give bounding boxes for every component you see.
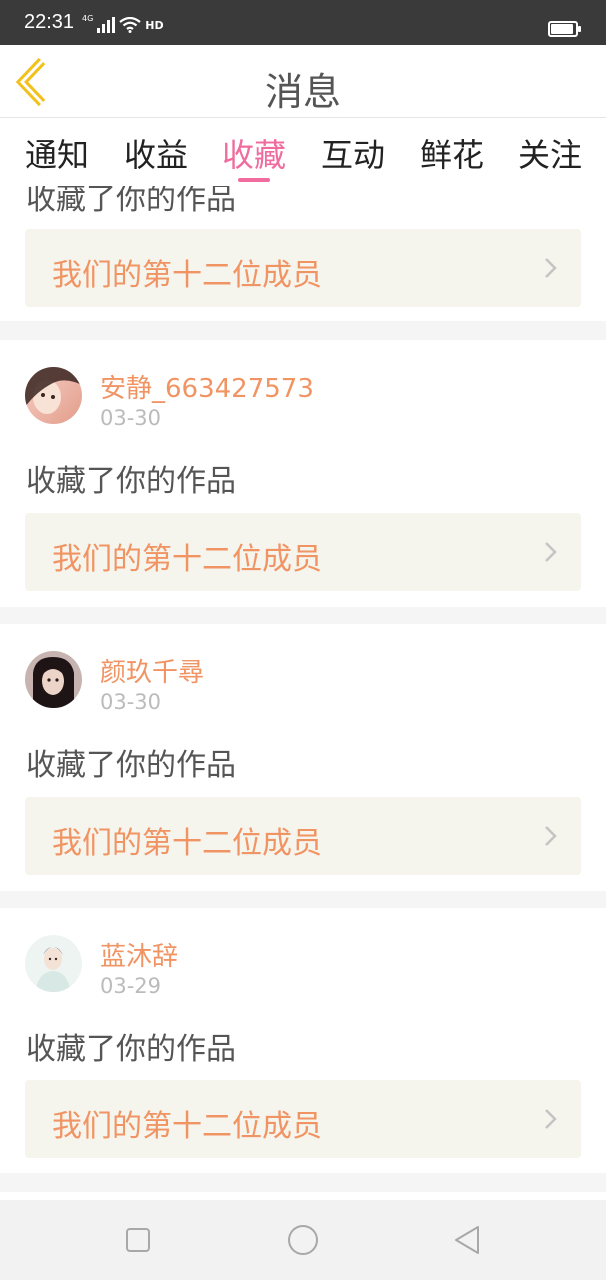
username[interactable]: 颜玖千尋 bbox=[100, 652, 204, 689]
triangle-back-nav-icon[interactable] bbox=[450, 1222, 486, 1258]
message-date: 03-30 bbox=[100, 406, 162, 430]
status-icons: 4G HD bbox=[82, 14, 164, 36]
chevron-right-icon bbox=[545, 1109, 557, 1129]
status-time: 22:31 bbox=[24, 11, 75, 33]
battery-icon bbox=[548, 21, 581, 37]
signal-icon bbox=[97, 17, 116, 33]
action-text: 收藏了你的作品 bbox=[26, 1032, 236, 1067]
username[interactable]: 蓝沐辞 bbox=[100, 936, 178, 973]
chevron-right-icon bbox=[545, 258, 557, 278]
work-link[interactable]: 我们的第十二位成员 bbox=[25, 1080, 581, 1158]
work-link[interactable]: 我们的第十二位成员 bbox=[25, 513, 581, 591]
circle-nav-icon[interactable] bbox=[285, 1222, 321, 1258]
chevron-right-icon bbox=[545, 542, 557, 562]
work-link[interactable]: 我们的第十二位成员 bbox=[25, 797, 581, 875]
message-card-partial: 收藏了你的作品 我们的第十二位成员 bbox=[0, 186, 606, 321]
header: 消息 bbox=[0, 45, 606, 118]
tab-notifications[interactable]: 通知 bbox=[25, 130, 89, 176]
active-tab-indicator bbox=[238, 178, 270, 182]
message-list[interactable]: 收藏了你的作品 我们的第十二位成员 安静_663427573 03-30 收藏了… bbox=[0, 186, 606, 1200]
action-text: 收藏了你的作品 bbox=[26, 748, 236, 783]
system-nav-bar bbox=[0, 1200, 606, 1280]
battery-level bbox=[551, 24, 574, 34]
message-card: 安静_663427573 03-30 收藏了你的作品 我们的第十二位成员 bbox=[0, 340, 606, 607]
wifi-icon bbox=[119, 17, 141, 33]
status-bar: 22:31 4G HD bbox=[0, 0, 606, 45]
avatar[interactable] bbox=[25, 651, 82, 708]
message-card: 蓝沐辞 03-29 收藏了你的作品 我们的第十二位成员 bbox=[0, 908, 606, 1173]
work-title: 我们的第十二位成员 bbox=[52, 542, 322, 577]
tab-earnings[interactable]: 收益 bbox=[124, 130, 188, 176]
work-title: 我们的第十二位成员 bbox=[52, 1109, 322, 1144]
tab-bar: 通知 收益 收藏 互动 鲜花 关注 bbox=[0, 118, 606, 186]
hd-badge: HD bbox=[145, 18, 164, 32]
message-card-next bbox=[0, 1192, 606, 1200]
avatar[interactable] bbox=[25, 935, 82, 992]
chevron-right-icon bbox=[545, 826, 557, 846]
tab-flowers[interactable]: 鲜花 bbox=[420, 130, 484, 176]
work-title: 我们的第十二位成员 bbox=[52, 258, 322, 293]
message-date: 03-29 bbox=[100, 974, 162, 998]
action-text: 收藏了你的作品 bbox=[26, 186, 236, 217]
tab-favorites[interactable]: 收藏 bbox=[222, 130, 286, 176]
username[interactable]: 安静_663427573 bbox=[100, 368, 314, 405]
message-card: 颜玖千尋 03-30 收藏了你的作品 我们的第十二位成员 bbox=[0, 624, 606, 891]
square-nav-icon[interactable] bbox=[120, 1222, 156, 1258]
avatar[interactable] bbox=[25, 367, 82, 424]
tab-follows[interactable]: 关注 bbox=[518, 130, 582, 176]
action-text: 收藏了你的作品 bbox=[26, 464, 236, 499]
network-type: 4G bbox=[82, 14, 94, 23]
work-title: 我们的第十二位成员 bbox=[52, 826, 322, 861]
work-link[interactable]: 我们的第十二位成员 bbox=[25, 229, 581, 307]
message-date: 03-30 bbox=[100, 690, 162, 714]
tab-interactions[interactable]: 互动 bbox=[321, 130, 385, 176]
page-title: 消息 bbox=[264, 70, 341, 114]
